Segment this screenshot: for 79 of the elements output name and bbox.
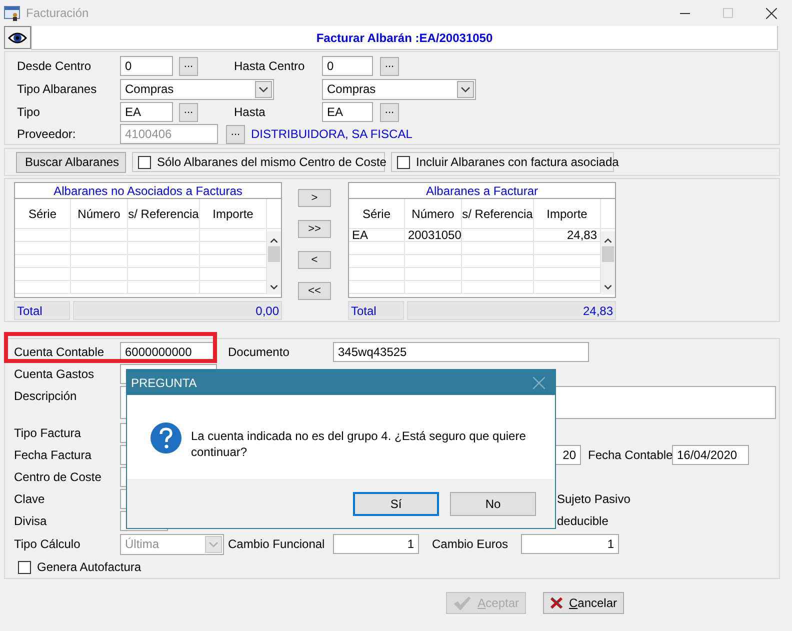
field-label: Hasta Centro <box>234 59 305 73</box>
dialog-button[interactable]: No <box>450 492 536 516</box>
dialog-message: La cuenta indicada no es del grupo 4. ¿Está seguro que quiere continuar? <box>191 428 527 460</box>
column-header: Número <box>78 206 120 220</box>
supplier-name: DISTRIBUIDORA, SA FISCAL <box>251 127 412 141</box>
option-label: deducible <box>557 514 608 528</box>
move-button[interactable]: >> <box>298 220 331 238</box>
move-button[interactable]: < <box>298 251 331 269</box>
column-header: Importe <box>546 206 588 220</box>
dropdown[interactable]: Compras <box>120 78 274 100</box>
table-cell: 20031050 <box>405 229 462 241</box>
browse-button[interactable]: ... <box>380 56 399 76</box>
field-label: Cambio Euros <box>432 537 508 551</box>
total-value: 0,00 <box>73 301 282 320</box>
field-label: Hasta <box>234 105 266 119</box>
view-button[interactable] <box>4 26 31 49</box>
field-label: Divisa <box>14 514 47 528</box>
text-field[interactable]: 1 <box>333 534 419 554</box>
text-field[interactable]: 16/04/2020 <box>672 445 749 465</box>
question-icon <box>150 422 182 454</box>
text-field[interactable]: EA <box>322 102 373 122</box>
checkbox[interactable]: Sólo Albaranes del mismo Centro de Coste <box>138 155 386 169</box>
column-header: s/ Referencia <box>462 206 533 220</box>
move-button[interactable]: << <box>298 282 331 300</box>
dialog-title: PREGUNTA <box>131 376 197 390</box>
app-icon <box>4 5 21 21</box>
column-header: Série <box>28 206 56 220</box>
field-label: Cambio Funcional <box>228 537 325 551</box>
minimize-icon[interactable] <box>680 12 690 14</box>
option-label: Sujeto Pasivo <box>557 492 630 506</box>
browse-button[interactable]: ... <box>179 56 198 76</box>
column-header: Número <box>412 206 454 220</box>
scrollbar[interactable] <box>267 229 281 297</box>
field-label: Fecha Contable <box>588 448 673 462</box>
text-field[interactable]: 0 <box>322 56 373 76</box>
column-header: Série <box>362 206 390 220</box>
browse-button[interactable]: ... <box>380 102 399 122</box>
total-label: Total <box>14 301 70 320</box>
field-label: Descripción <box>14 389 77 403</box>
list-title: Albaranes no Asociados a Facturas <box>54 184 242 198</box>
field-label: Fecha Factura <box>14 448 92 462</box>
text-field[interactable]: EA <box>120 102 173 122</box>
search-button[interactable]: Buscar Albaranes <box>16 152 126 172</box>
move-button[interactable]: > <box>298 189 331 207</box>
scrollbar[interactable] <box>601 229 615 297</box>
dialog-button[interactable]: Sí <box>353 492 439 516</box>
form-title: Facturar Albarán :EA/20031050 <box>316 30 493 44</box>
caret-icon <box>255 80 272 98</box>
text-field[interactable]: 345wq43525 <box>333 342 589 362</box>
text-field[interactable]: 0 <box>120 56 173 76</box>
checkbox[interactable]: Genera Autofactura <box>18 560 142 574</box>
field-label: Tipo <box>17 105 40 119</box>
column-header: Importe <box>212 206 254 220</box>
check-icon <box>453 594 472 612</box>
dropdown[interactable]: Compras <box>322 78 476 100</box>
table-cell: EA <box>349 229 405 241</box>
field-label: Tipo Albaranes <box>17 82 97 96</box>
field-label: Centro de Coste <box>14 470 102 484</box>
field-label: Tipo Factura <box>14 426 81 440</box>
list-title: Albaranes a Facturar <box>426 184 538 198</box>
field-label: Desde Centro <box>17 59 92 73</box>
field-label: Cuenta Contable <box>14 345 104 359</box>
browse-button[interactable]: ... <box>179 102 198 122</box>
total-label: Total <box>348 301 404 320</box>
caret-icon <box>457 80 474 98</box>
field-label: Documento <box>228 345 290 359</box>
field-label: Tipo Cálculo <box>14 537 80 551</box>
window-title: Facturación <box>26 6 89 20</box>
column-header: s/ Referencia <box>128 206 199 220</box>
caret-icon <box>205 536 222 552</box>
field-label: Cuenta Gastos <box>14 367 94 381</box>
field-label: Clave <box>14 492 45 506</box>
field-label: Proveedor: <box>17 127 76 141</box>
cancel-button[interactable]: Cancelar <box>543 592 624 614</box>
eye-icon <box>8 30 27 44</box>
close-icon[interactable] <box>766 8 777 18</box>
text-field[interactable]: 1 <box>521 534 619 554</box>
checkbox[interactable]: Incluir Albaranes con factura asociada <box>397 155 619 169</box>
total-value: 24,83 <box>407 301 616 320</box>
